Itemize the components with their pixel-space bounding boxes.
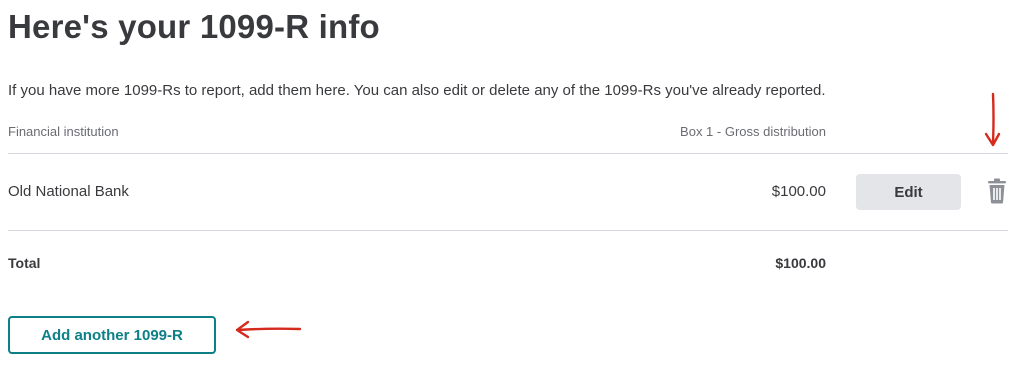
total-label: Total — [8, 255, 41, 271]
column-header-gross-distribution: Box 1 - Gross distribution — [680, 124, 826, 139]
intro-text-part: or — [467, 82, 490, 99]
trash-icon[interactable] — [986, 178, 1008, 204]
intro-text-part: them here. You can also — [273, 82, 444, 99]
divider — [8, 230, 1008, 231]
intro-text-part: any of the 1099-Rs you've already report… — [530, 82, 826, 99]
page-title: Here's your 1099-R info — [8, 8, 380, 45]
divider — [8, 153, 1008, 154]
edit-link[interactable]: edit — [443, 82, 467, 99]
edit-button[interactable]: Edit — [856, 174, 961, 210]
add-link[interactable]: add — [249, 82, 274, 99]
gross-distribution-amount: $100.00 — [771, 183, 826, 200]
intro-text: If you have more 1099-Rs to report, add … — [8, 82, 826, 99]
institution-name: Old National Bank — [8, 183, 129, 200]
intro-text-part: If you have more 1099-Rs to report, — [8, 82, 249, 99]
delete-link[interactable]: delete — [489, 82, 530, 99]
column-header-institution: Financial institution — [8, 124, 119, 139]
annotation-arrow-left-icon — [235, 320, 302, 339]
annotation-arrow-down-icon — [984, 92, 1001, 147]
total-amount: $100.00 — [775, 255, 826, 271]
add-another-button[interactable]: Add another 1099-R — [8, 316, 216, 354]
